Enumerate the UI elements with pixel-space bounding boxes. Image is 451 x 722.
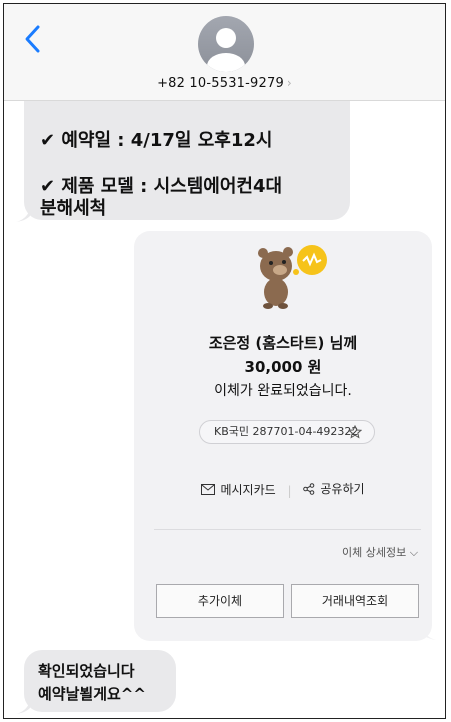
account-number: KB국민 287701-04-492322 bbox=[214, 425, 359, 438]
additional-transfer-button[interactable]: 추가이체 bbox=[156, 584, 284, 618]
star-icon[interactable] bbox=[348, 425, 362, 439]
message-thread: ✔ 예약일 : 4/17일 오후12시 ✔ 제품 모델 : 시스템에어컨4대 분… bbox=[3, 3, 446, 719]
message-card-button[interactable]: 메시지카드 bbox=[201, 481, 276, 498]
mail-icon bbox=[201, 483, 216, 495]
message-line: 예약날뵐게요^^ bbox=[38, 685, 146, 703]
bubble-tail bbox=[16, 206, 30, 222]
contact-phone[interactable]: +82 10-5531-9279 › bbox=[4, 76, 445, 91]
separator: | bbox=[287, 483, 292, 498]
chevron-right-icon: › bbox=[286, 76, 292, 90]
share-label: 공유하기 bbox=[320, 482, 365, 496]
share-button[interactable]: 공유하기 bbox=[303, 480, 365, 497]
bubble-tail bbox=[422, 624, 436, 640]
bubble-tail bbox=[16, 698, 30, 714]
back-chevron-icon[interactable] bbox=[21, 24, 45, 54]
transaction-history-button[interactable]: 거래내역조회 bbox=[291, 584, 419, 618]
contact-avatar-icon[interactable] bbox=[198, 16, 254, 72]
bear-character-icon bbox=[258, 245, 327, 309]
message-bubble-received: 확인되었습니다 예약날뵐게요^^ bbox=[24, 650, 176, 712]
transfer-status: 이체가 완료되었습니다. bbox=[214, 383, 352, 399]
transfer-amount: 30,000 원 bbox=[244, 358, 322, 376]
transfer-detail-toggle[interactable]: 이체 상세정보 ⌵ bbox=[342, 544, 418, 560]
account-chip[interactable]: KB국민 287701-04-492322 bbox=[199, 420, 375, 444]
transfer-recipient: 조은정 (홈스타트) 님께 bbox=[208, 334, 358, 352]
phone-number: +82 10-5531-9279 bbox=[157, 76, 284, 91]
card-divider bbox=[154, 529, 421, 530]
message-card-label: 메시지카드 bbox=[220, 482, 276, 497]
card-actions: 메시지카드 | 공유하기 bbox=[134, 480, 432, 498]
share-icon bbox=[303, 482, 315, 495]
message-line: 확인되었습니다 bbox=[38, 662, 135, 680]
conversation-header: +82 10-5531-9279 › bbox=[4, 4, 445, 101]
message-line: ✔ 예약일 : 4/17일 오후12시 bbox=[40, 130, 273, 151]
message-line: 분해세척 bbox=[40, 198, 107, 219]
